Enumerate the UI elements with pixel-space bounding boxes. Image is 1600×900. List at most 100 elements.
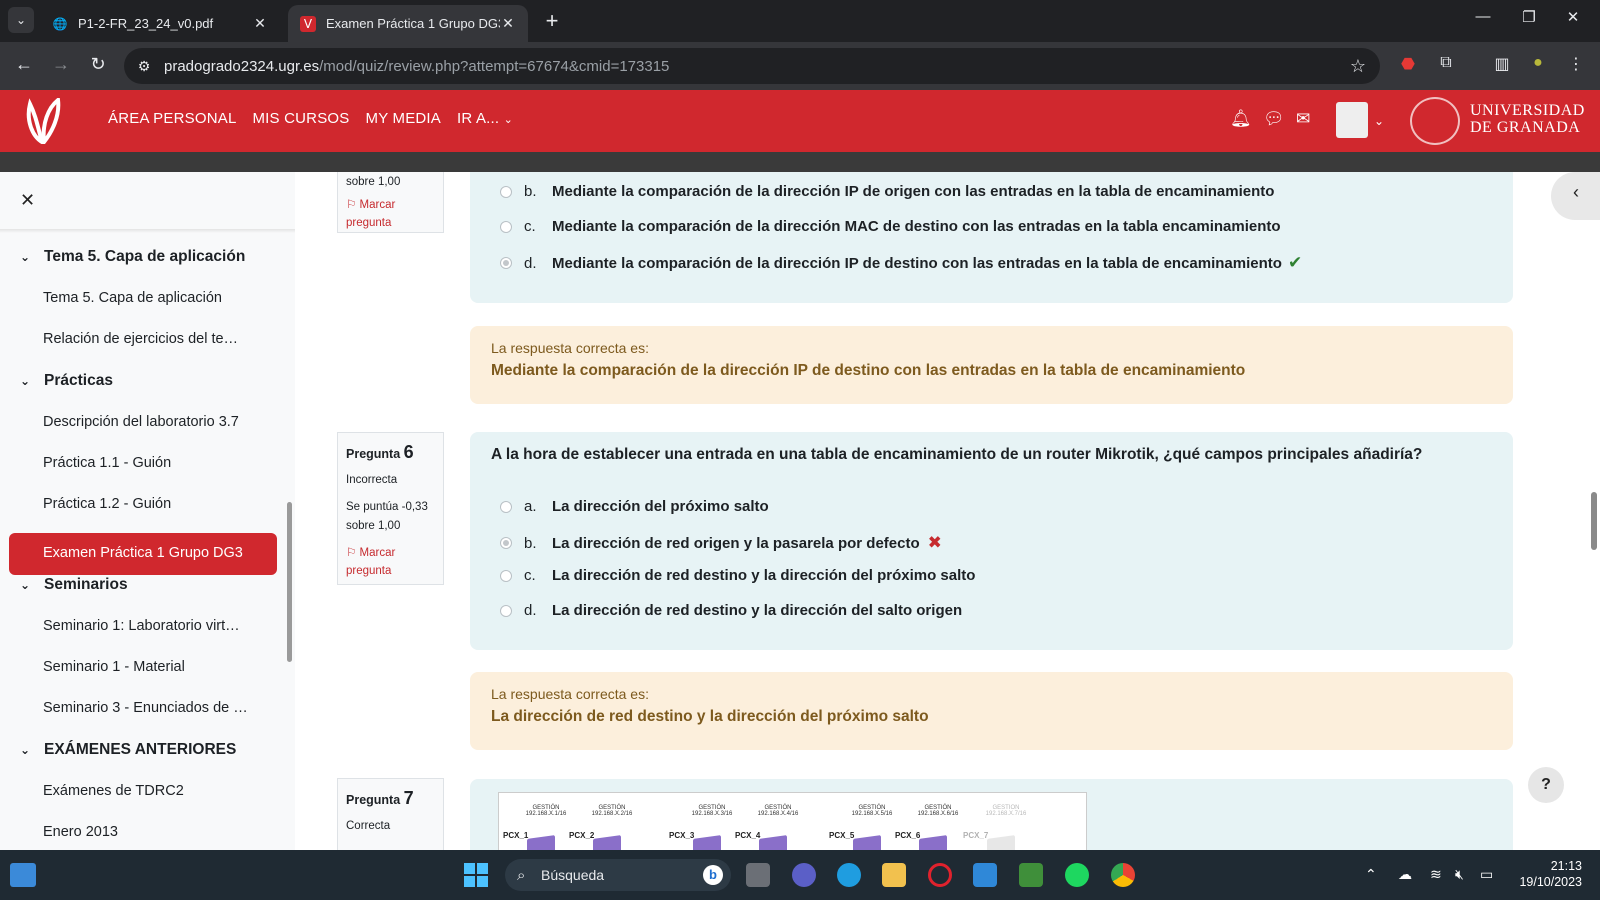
spotify-icon[interactable] bbox=[1065, 863, 1089, 887]
pc-icon bbox=[919, 835, 947, 850]
sidebar-item-seminario-1-material[interactable]: Seminario 1 - Material bbox=[43, 659, 185, 675]
tab-exam[interactable]: ᐯ Examen Práctica 1 Grupo DG3: ✕ bbox=[288, 5, 528, 42]
sidebar-item-seminario-3[interactable]: Seminario 3 - Enunciados de … bbox=[43, 700, 248, 716]
answer-option-selected[interactable]: b. La dirección de red origen y la pasar… bbox=[500, 533, 942, 553]
sidebar-section-practicas[interactable]: ⌄ Prácticas bbox=[20, 372, 113, 390]
battery-icon[interactable]: ▭ bbox=[1480, 866, 1493, 883]
minecraft-icon[interactable] bbox=[1019, 863, 1043, 887]
teams-chat-icon[interactable] bbox=[792, 863, 816, 887]
close-drawer-icon[interactable]: ✕ bbox=[20, 190, 35, 211]
sidebar-item-practica-1-1[interactable]: Práctica 1.1 - Guión bbox=[43, 455, 171, 471]
open-block-drawer-button[interactable]: ‹ bbox=[1551, 172, 1600, 220]
bell-icon[interactable]: 🔔︎ bbox=[1230, 109, 1252, 129]
answer-option[interactable]: b. Mediante la comparación de la direcci… bbox=[500, 183, 1274, 200]
restore-icon[interactable]: ❐ bbox=[1514, 8, 1544, 26]
avatar[interactable] bbox=[1336, 102, 1368, 138]
sidebar-item-examen-active[interactable]: Examen Práctica 1 Grupo DG3 bbox=[9, 533, 277, 575]
widgets-icon[interactable] bbox=[10, 863, 36, 887]
answer-option[interactable]: d. La dirección de red destino y la dire… bbox=[500, 602, 962, 619]
opera-icon[interactable] bbox=[928, 863, 952, 887]
answer-option[interactable]: c. Mediante la comparación de la direcci… bbox=[500, 218, 1281, 235]
radio-button[interactable] bbox=[500, 569, 512, 582]
volume-muted-icon[interactable]: 🔇︎ bbox=[1455, 866, 1464, 883]
extension-adblock-icon[interactable]: ⬣ bbox=[1396, 54, 1420, 78]
diagram-pc: GESTIÓN 192.168.X.6/16 PCX_6 bbox=[895, 805, 958, 850]
chevron-up-icon[interactable]: ⌃ bbox=[1365, 866, 1377, 883]
bing-icon[interactable]: b bbox=[703, 865, 723, 885]
sidebar-item-descripcion-lab[interactable]: Descripción del laboratorio 3.7 bbox=[43, 414, 239, 430]
mail-app-icon[interactable] bbox=[973, 863, 997, 887]
menu-kebab-icon[interactable]: ⋮ bbox=[1564, 54, 1588, 78]
flag-question-link[interactable]: ⚐ Marcar pregunta bbox=[346, 544, 435, 580]
windows-start-icon[interactable] bbox=[464, 863, 488, 887]
answer-option-selected[interactable]: d. Mediante la comparación de la direcci… bbox=[500, 253, 1302, 273]
nav-mis-cursos[interactable]: MIS CURSOS bbox=[252, 110, 349, 127]
new-tab-icon[interactable]: + bbox=[540, 8, 564, 34]
edge-icon[interactable] bbox=[837, 863, 861, 887]
help-button[interactable]: ? bbox=[1528, 767, 1564, 803]
minimize-icon[interactable]: — bbox=[1468, 8, 1498, 25]
back-icon[interactable]: ← bbox=[12, 54, 36, 75]
sidebar-item-practica-1-2[interactable]: Práctica 1.2 - Guión bbox=[43, 496, 171, 512]
divider bbox=[0, 229, 295, 233]
sidebar-section-examenes-anteriores[interactable]: ⌄ EXÁMENES ANTERIORES bbox=[20, 741, 236, 759]
page-scrollbar[interactable] bbox=[1591, 492, 1597, 550]
sidebar-item-relacion-ejercicios[interactable]: Relación de ejercicios del te… bbox=[43, 331, 238, 347]
site-info-icon[interactable]: ⚙ bbox=[124, 58, 164, 75]
task-view-icon[interactable] bbox=[746, 863, 770, 887]
sidebar-item-tema5[interactable]: Tema 5. Capa de aplicación bbox=[43, 290, 222, 306]
nav-my-media[interactable]: MY MEDIA bbox=[366, 110, 442, 127]
diagram-pc: GESTIÓN 192.168.X.2/16 PCX_2 bbox=[569, 805, 632, 850]
onedrive-icon[interactable]: ☁ bbox=[1398, 866, 1412, 883]
radio-button[interactable] bbox=[500, 185, 512, 198]
sidebar-item-enero-2013[interactable]: Enero 2013 bbox=[43, 824, 118, 840]
nav-area-personal[interactable]: ÁREA PERSONAL bbox=[108, 110, 236, 127]
diagram-pc: GESTIÓN 192.168.X.7/16 PCX_7 bbox=[963, 805, 1026, 850]
answer-option[interactable]: c. La dirección de red destino y la dire… bbox=[500, 567, 975, 584]
radio-button[interactable] bbox=[500, 500, 512, 513]
mail-icon[interactable]: ✉ bbox=[1296, 109, 1310, 129]
pc-label: PCX_2 bbox=[569, 831, 595, 840]
sidepanel-icon[interactable]: ▥ bbox=[1490, 54, 1514, 78]
ugr-logo-icon[interactable] bbox=[22, 98, 64, 144]
radio-button[interactable] bbox=[500, 604, 512, 617]
file-explorer-icon[interactable] bbox=[882, 863, 906, 887]
wifi-icon[interactable]: ≋ bbox=[1430, 866, 1442, 883]
sidebar-item-examenes-tdrc2[interactable]: Exámenes de TDRC2 bbox=[43, 783, 184, 799]
chevron-down-icon[interactable]: ⌄ bbox=[1374, 114, 1384, 128]
gestion-label: GESTIÓN 192.168.X.6/16 bbox=[917, 805, 959, 817]
close-tab-icon[interactable]: ✕ bbox=[252, 15, 268, 32]
sidebar-section-tema5[interactable]: ⌄ Tema 5. Capa de aplicación bbox=[20, 248, 245, 266]
university-name[interactable]: UNIVERSIDAD DE GRANADA bbox=[1470, 102, 1585, 136]
tab-pdf[interactable]: 🌐 P1-2-FR_23_24_v0.pdf ✕ bbox=[40, 5, 280, 42]
forward-icon[interactable]: → bbox=[49, 54, 73, 75]
taskbar-clock[interactable]: 21:13 19/10/2023 bbox=[1512, 858, 1582, 890]
taskbar-search-input[interactable]: ⌕ Búsqueda b bbox=[505, 859, 731, 891]
pc-label: PCX_3 bbox=[669, 831, 695, 840]
tab-search-icon[interactable]: ⌄ bbox=[8, 7, 34, 33]
option-text: Mediante la comparación de la dirección … bbox=[552, 218, 1281, 235]
chrome-icon[interactable] bbox=[1111, 863, 1135, 887]
extensions-icon[interactable]: ⧉ bbox=[1434, 54, 1458, 78]
sidebar-scrollbar[interactable] bbox=[287, 502, 292, 662]
tab-strip: ⌄ 🌐 P1-2-FR_23_24_v0.pdf ✕ ᐯ Examen Prác… bbox=[0, 0, 1600, 42]
right-answer-text: Mediante la comparación de la dirección … bbox=[491, 362, 1246, 379]
radio-button[interactable] bbox=[500, 220, 512, 233]
radio-button[interactable] bbox=[500, 537, 512, 549]
nav-ir-a[interactable]: IR A... ⌄ bbox=[457, 110, 513, 127]
chat-icon[interactable]: 💬︎ bbox=[1263, 109, 1285, 129]
sidebar-item-seminario-1[interactable]: Seminario 1: Laboratorio virt… bbox=[43, 618, 240, 634]
close-tab-icon[interactable]: ✕ bbox=[500, 15, 516, 32]
diagram-pc: GESTIÓN 192.168.X.4/16 PCX_4 bbox=[735, 805, 798, 850]
radio-button[interactable] bbox=[500, 257, 512, 269]
address-bar[interactable]: ⚙ pradogrado2324.ugr.es/mod/quiz/review.… bbox=[124, 48, 1380, 84]
profile-icon[interactable]: ● bbox=[1526, 54, 1550, 78]
option-letter: d. bbox=[524, 254, 537, 272]
reload-icon[interactable]: ↻ bbox=[86, 54, 110, 75]
bookmark-star-icon[interactable]: ☆ bbox=[1350, 56, 1366, 77]
close-window-icon[interactable]: ✕ bbox=[1558, 8, 1588, 26]
flag-question-link[interactable]: ⚐ Marcar pregunta bbox=[346, 196, 435, 232]
sidebar-section-seminarios[interactable]: ⌄ Seminarios bbox=[20, 576, 128, 594]
question-number-value: 6 bbox=[403, 442, 414, 462]
answer-option[interactable]: a. La dirección del próximo salto bbox=[500, 498, 769, 515]
